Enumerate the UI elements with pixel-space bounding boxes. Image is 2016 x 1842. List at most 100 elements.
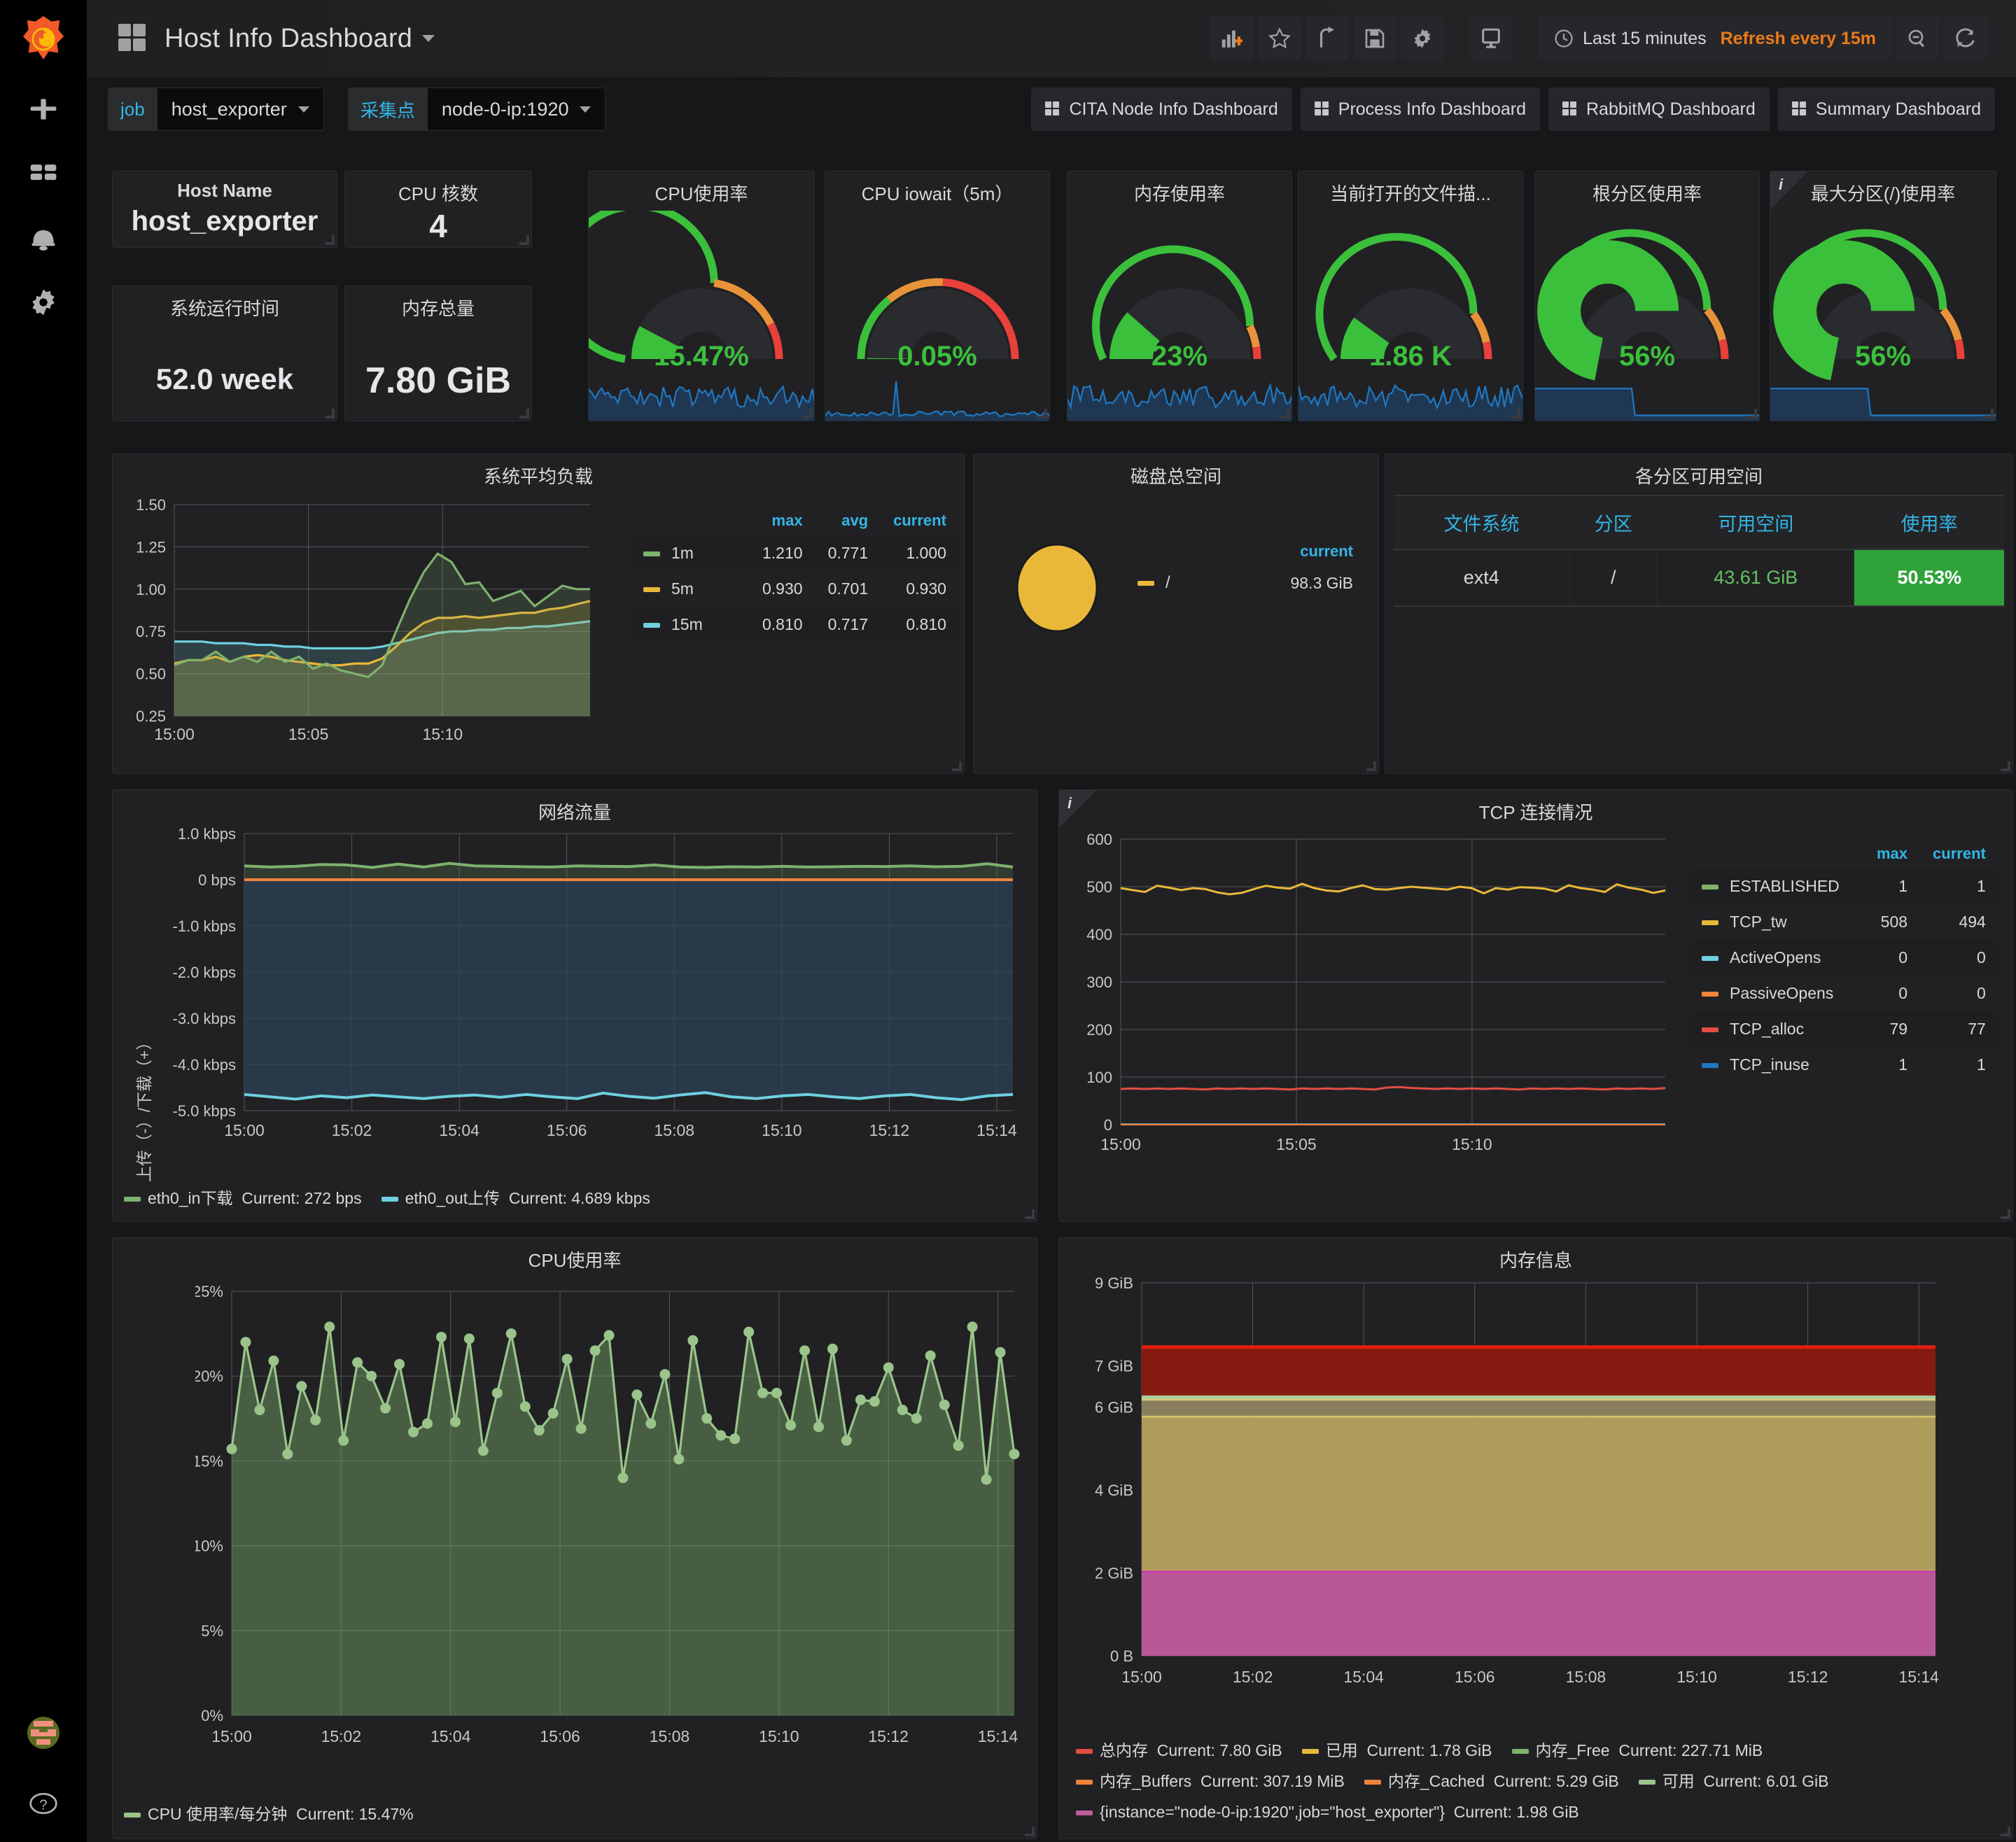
resize-handle[interactable] <box>1366 761 1376 771</box>
resize-handle[interactable] <box>1747 409 1757 419</box>
sidebar-item-user[interactable] <box>0 1701 87 1765</box>
panel-root-partition-gauge[interactable]: 根分区使用率 56% <box>1534 171 1760 421</box>
legend-item[interactable]: eth0_out上传 Current: 4.689 kbps <box>381 1185 650 1209</box>
legend-item[interactable]: 内存_Buffers Current: 307.19 MiB <box>1076 1766 1345 1797</box>
resize-handle[interactable] <box>1025 1827 1035 1836</box>
resize-handle[interactable] <box>1037 409 1047 419</box>
table-column-header[interactable]: 分区 <box>1569 495 1658 550</box>
table-row[interactable]: ext4/43.61 GiB 50.53% <box>1394 549 2004 607</box>
share-button[interactable] <box>1306 17 1350 60</box>
add-panel-button[interactable] <box>1210 17 1254 60</box>
stat-panel-memory-total[interactable]: 内存总量 7.80 GiB <box>344 286 532 421</box>
table-column-header[interactable]: 可用空间 <box>1657 495 1854 550</box>
sidebar-item-create[interactable] <box>0 77 87 141</box>
resize-handle[interactable] <box>802 409 812 419</box>
resize-handle[interactable] <box>1511 409 1520 419</box>
svg-text:15:10: 15:10 <box>762 1121 802 1139</box>
resize-handle[interactable] <box>519 235 529 245</box>
svg-text:2 GiB: 2 GiB <box>1095 1565 1133 1582</box>
panel-tcp-connections[interactable]: i TCP 连接情况 600 500 400 300 200 100 0 15:00 15:05… <box>1058 789 2013 1222</box>
table-column-header[interactable]: 文件系统 <box>1394 495 1570 550</box>
svg-text:0 B: 0 B <box>1110 1647 1133 1665</box>
legend-label: 已用 <box>1325 1741 1358 1759</box>
legend-row[interactable]: 1m 1.210 0.771 1.000 <box>631 535 959 571</box>
save-button[interactable] <box>1353 17 1397 60</box>
legend-item[interactable]: {instance="node-0-ip:1920",job="host_exp… <box>1076 1797 1579 1827</box>
legend-stat: Current: 5.29 GiB <box>1493 1772 1619 1790</box>
legend-row[interactable]: ActiveOpens 0 0 <box>1689 940 1998 976</box>
dashboard-link-label: CITA Node Info Dashboard <box>1069 99 1278 119</box>
sidebar-bottom: ? <box>0 1701 87 1842</box>
resize-handle[interactable] <box>952 761 962 771</box>
resize-handle[interactable] <box>1280 409 1289 419</box>
disk-legend: current / 98.3 GiB <box>1135 542 1359 593</box>
panel-cpu-usage-graph[interactable]: CPU使用率 cpu use percent / min 0%5%10%15%2… <box>112 1237 1037 1839</box>
panel-memory-info[interactable]: 内存信息 9 GiB 7 GiB 6 GiB 4 GiB 2 GiB 0 B 15:00 15… <box>1058 1237 2013 1839</box>
legend-label: eth0_in下载 <box>148 1189 233 1207</box>
sidebar-item-alerting[interactable] <box>0 206 87 270</box>
panel-memory-usage-gauge[interactable]: 内存使用率 23% <box>1067 171 1292 421</box>
legend-stat: Current: 7.80 GiB <box>1156 1741 1282 1759</box>
refresh-button[interactable] <box>1943 17 1987 60</box>
time-picker[interactable]: Last 15 minutes Refresh every 15m <box>1538 17 1891 60</box>
dashboard-link-summary[interactable]: Summary Dashboard <box>1777 87 1995 131</box>
dashboards-icon <box>30 164 57 181</box>
legend-item[interactable]: 可用 Current: 6.01 GiB <box>1638 1766 1828 1797</box>
resize-handle[interactable] <box>325 409 335 419</box>
resize-handle[interactable] <box>2001 1209 2010 1219</box>
sidebar-item-dashboards[interactable] <box>0 141 87 206</box>
tv-mode-button[interactable] <box>1469 17 1513 60</box>
panel-disk-total-space[interactable]: 磁盘总空间 current / 98.3 GiB <box>973 454 1379 774</box>
legend-label: CPU 使用率/每分钟 <box>148 1805 288 1823</box>
legend-row[interactable]: TCP_alloc 79 77 <box>1689 1011 1998 1047</box>
grafana-logo-button[interactable] <box>0 0 87 77</box>
panel-open-fd-gauge[interactable]: 当前打开的文件描... 1.86 K <box>1298 171 1523 421</box>
legend-item[interactable]: 内存_Cached Current: 5.29 GiB <box>1364 1766 1619 1797</box>
svg-text:-5.0 kbps: -5.0 kbps <box>173 1102 237 1120</box>
resize-handle[interactable] <box>2001 761 2010 771</box>
legend-item[interactable]: CPU 使用率/每分钟 Current: 15.47% <box>124 1801 414 1825</box>
info-icon[interactable]: i <box>1779 176 1783 194</box>
legend-row[interactable]: ESTABLISHED 1 1 <box>1689 869 1998 904</box>
variable-job-select[interactable]: host_exporter <box>157 87 324 131</box>
cell-usage: 50.53% <box>1854 549 2004 607</box>
legend-row[interactable]: TCP_tw 508 494 <box>1689 904 1998 940</box>
legend-item[interactable]: 总内存 Current: 7.80 GiB <box>1076 1735 1282 1766</box>
chevron-down-icon[interactable] <box>422 35 435 42</box>
settings-button[interactable] <box>1401 17 1445 60</box>
stat-panel-uptime[interactable]: 系统运行时间 52.0 week <box>112 286 337 421</box>
variable-collector-select[interactable]: node-0-ip:1920 <box>427 87 606 131</box>
panel-cpu-iowait-gauge[interactable]: CPU iowait（5m） 0.05% <box>825 171 1050 421</box>
legend-item[interactable]: 内存_Free Current: 227.71 MiB <box>1511 1735 1763 1766</box>
panel-system-load-average[interactable]: 系统平均负载 0.25 0.50 0.75 1.00 1.25 1.50 15:00 15:0… <box>112 454 965 774</box>
resize-handle[interactable] <box>2001 1827 2010 1836</box>
zoom-out-button[interactable] <box>1896 17 1939 60</box>
legend-row[interactable]: 5m 0.930 0.701 0.930 <box>631 571 959 607</box>
table-column-header[interactable]: 使用率 <box>1854 495 2004 550</box>
dashboard-link-rabbitmq[interactable]: RabbitMQ Dashboard <box>1548 87 1770 131</box>
legend-label: 1m <box>631 535 750 571</box>
dashboard-link-process[interactable]: Process Info Dashboard <box>1300 87 1540 131</box>
resize-handle[interactable] <box>519 409 529 419</box>
legend-row[interactable]: TCP_inuse 1 1 <box>1689 1047 1998 1083</box>
resize-handle[interactable] <box>1025 1209 1035 1219</box>
legend-row[interactable]: PassiveOpens 0 0 <box>1689 976 1998 1011</box>
legend-row[interactable]: 15m 0.810 0.717 0.810 <box>631 607 959 642</box>
star-button[interactable] <box>1258 17 1302 60</box>
resize-handle[interactable] <box>1984 409 1994 419</box>
stat-panel-host-name[interactable]: Host Name host_exporter <box>112 171 337 248</box>
panel-network-traffic[interactable]: 网络流量 上传（-）/下载（+） 1.0 kbps 0 bps -1.0 kbps -… <box>112 789 1037 1222</box>
legend-item[interactable]: 已用 Current: 1.78 GiB <box>1301 1735 1492 1766</box>
svg-text:15:04: 15:04 <box>430 1727 471 1745</box>
panel-largest-partition-gauge[interactable]: i 最大分区(/)使用率 56% <box>1770 171 1996 421</box>
sidebar-item-configuration[interactable] <box>0 270 87 335</box>
stat-panel-cpu-cores[interactable]: CPU 核数 4 <box>344 171 532 248</box>
dashboard-link-cita[interactable]: CITA Node Info Dashboard <box>1031 87 1292 131</box>
resize-handle[interactable] <box>325 235 335 245</box>
panel-cpu-usage-gauge[interactable]: CPU使用率 15.47% <box>588 171 815 421</box>
panel-partition-free-space[interactable]: 各分区可用空间 文件系统 分区 可用空间 使用率 ext4/43.61 GiB 50.5… <box>1385 454 2013 774</box>
legend-item[interactable]: eth0_in下载 Current: 272 bps <box>124 1185 362 1209</box>
panel-info-corner <box>1059 790 1097 828</box>
sidebar-item-help[interactable]: ? <box>0 1765 87 1842</box>
info-icon[interactable]: i <box>1068 794 1072 813</box>
